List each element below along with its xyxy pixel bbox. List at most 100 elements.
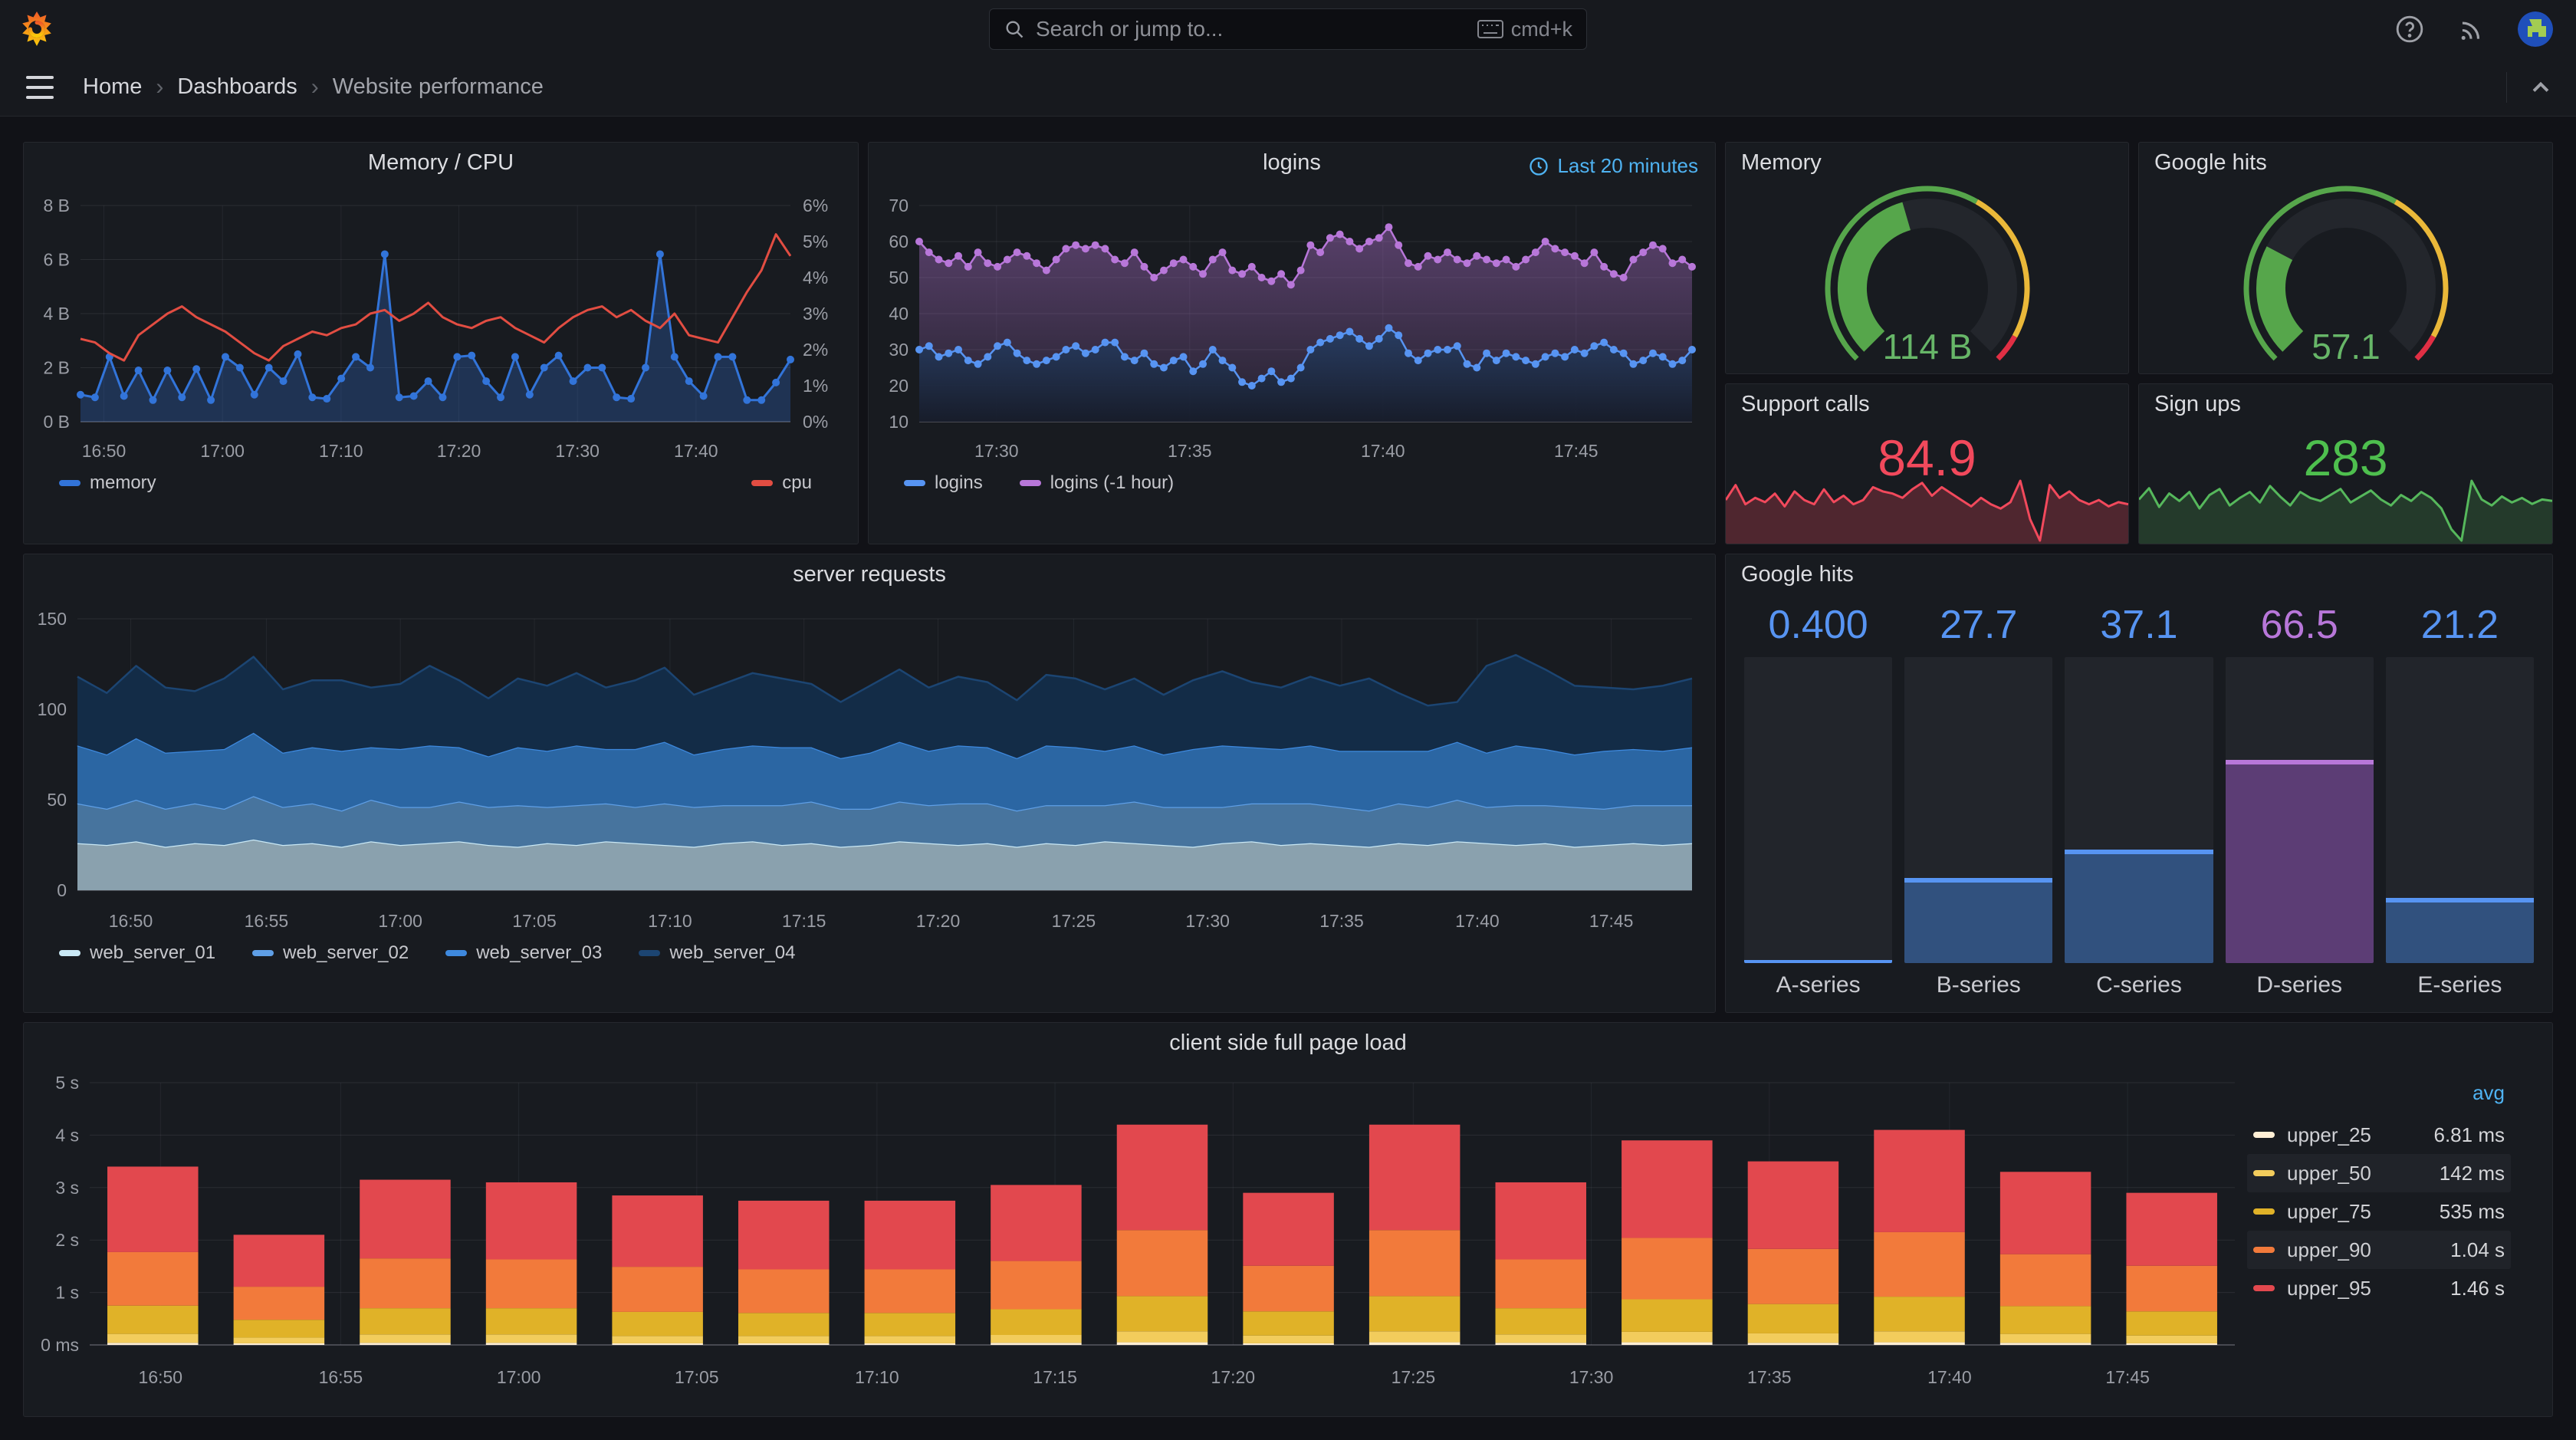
search-input[interactable] [1036, 17, 1467, 41]
bar-gauge-value: 27.7 [1940, 603, 2018, 647]
svg-text:114 B: 114 B [1882, 327, 1972, 365]
legend-swatch [2253, 1247, 2275, 1253]
legend-item-upper-95[interactable]: upper_95 1.46 s [2247, 1269, 2511, 1307]
svg-text:16:50: 16:50 [139, 1367, 183, 1387]
svg-text:17:40: 17:40 [674, 441, 718, 461]
legend-value: 535 ms [2439, 1199, 2505, 1223]
svg-text:4 s: 4 s [55, 1125, 79, 1145]
svg-text:17:00: 17:00 [497, 1367, 541, 1387]
legend-item-upper-75[interactable]: upper_75 535 ms [2247, 1192, 2511, 1231]
legend-swatch [252, 950, 274, 956]
legend-item-logins-prev[interactable]: logins (-1 hour) [1019, 472, 1174, 494]
breadcrumb-dashboards[interactable]: Dashboards [177, 74, 297, 100]
svg-text:17:35: 17:35 [1747, 1367, 1792, 1387]
time-range-chip[interactable]: Last 20 minutes [1528, 154, 1698, 178]
legend-swatch [904, 480, 925, 486]
svg-text:17:40: 17:40 [1927, 1367, 1972, 1387]
chevron-up-icon[interactable] [2527, 74, 2555, 101]
svg-text:3 s: 3 s [55, 1178, 79, 1198]
menu-toggle-icon[interactable] [26, 75, 54, 99]
grafana-logo-icon[interactable] [18, 11, 55, 48]
svg-text:17:30: 17:30 [1185, 911, 1230, 931]
legend-item-web-server-04[interactable]: web_server_04 [639, 942, 795, 964]
legend-swatch [2253, 1132, 2275, 1138]
svg-text:17:15: 17:15 [782, 911, 826, 931]
legend-item-web-server-01[interactable]: web_server_01 [59, 942, 215, 964]
panel-memory-cpu: Memory / CPU 8 B 6 B 4 B 2 B 0 B 6% 5% 4% 3% 2% 1%… [23, 142, 859, 544]
panel-title[interactable]: client side full page load [24, 1023, 2552, 1063]
bar-gauge-category-label: B-series [1936, 972, 2021, 998]
sign-ups-sparkline [2139, 479, 2552, 544]
bar-gauge-category-label: D-series [2256, 972, 2343, 998]
panel-google-hits-bars: Google hits 0.400 A-series 27.7 B-series 37.… [1725, 554, 2553, 1013]
panel-title[interactable]: server requests [24, 554, 1715, 594]
svg-text:150: 150 [38, 609, 67, 629]
svg-text:6%: 6% [803, 196, 828, 215]
panel-title[interactable]: Memory [1726, 143, 2128, 182]
news-rss-icon[interactable] [2456, 15, 2486, 44]
legend: web_server_01 web_server_02 web_server_0… [24, 938, 1715, 964]
svg-text:40: 40 [889, 304, 909, 324]
legend-label: upper_75 [2287, 1199, 2371, 1223]
svg-text:17:45: 17:45 [2105, 1367, 2150, 1387]
user-avatar[interactable] [2518, 12, 2553, 47]
svg-text:17:10: 17:10 [648, 911, 692, 931]
svg-text:0: 0 [57, 880, 67, 900]
svg-text:17:10: 17:10 [319, 441, 363, 461]
legend-column-header[interactable]: avg [2247, 1081, 2511, 1116]
legend-item-upper-90[interactable]: upper_90 1.04 s [2247, 1231, 2511, 1269]
search-bar[interactable]: cmd+k [989, 8, 1587, 50]
legend-label: upper_90 [2287, 1238, 2371, 1261]
legend-value: 142 ms [2439, 1161, 2505, 1185]
legend-label: upper_95 [2287, 1276, 2371, 1300]
legend-item-cpu[interactable]: cpu [751, 472, 812, 494]
bar-gauge-track [1744, 657, 1893, 963]
svg-text:17:35: 17:35 [1168, 441, 1212, 461]
divider [2506, 72, 2507, 103]
breadcrumb-bar: Home › Dashboards › Website performance [0, 58, 2576, 116]
legend-label: cpu [782, 472, 812, 493]
svg-text:8 B: 8 B [43, 196, 70, 215]
svg-text:20: 20 [889, 376, 909, 396]
panel-title[interactable]: Google hits [2139, 143, 2552, 182]
legend-item-memory[interactable]: memory [59, 472, 156, 494]
legend-label: memory [90, 472, 156, 493]
legend-item-upper-25[interactable]: upper_25 6.81 ms [2247, 1116, 2511, 1154]
legend-swatch [639, 950, 661, 956]
help-icon[interactable] [2395, 15, 2424, 44]
legend-swatch [445, 950, 468, 956]
legend-swatch [1019, 480, 1041, 486]
legend-swatch [751, 480, 774, 486]
search-icon [1006, 21, 1024, 38]
svg-text:0 ms: 0 ms [41, 1335, 79, 1355]
legend-item-logins[interactable]: logins [904, 472, 983, 494]
legend-item-web-server-02[interactable]: web_server_02 [252, 942, 409, 964]
svg-text:4%: 4% [803, 268, 828, 288]
panel-title[interactable]: Memory / CPU [24, 143, 858, 182]
support-calls-sparkline [1726, 479, 2128, 544]
legend-item-upper-50[interactable]: upper_50 142 ms [2247, 1154, 2511, 1192]
svg-text:1 s: 1 s [55, 1283, 79, 1303]
svg-text:3%: 3% [803, 304, 828, 324]
panel-title[interactable]: Google hits [1726, 554, 2552, 594]
svg-text:100: 100 [38, 699, 67, 719]
legend-label: logins [935, 472, 983, 493]
legend-value: 1.04 s [2450, 1238, 2505, 1261]
panel-memory-gauge: Memory 114 B [1725, 142, 2129, 374]
legend: memory cpu [24, 468, 858, 494]
panel-title[interactable]: Sign ups [2139, 384, 2552, 424]
breadcrumb-home[interactable]: Home [83, 74, 142, 100]
legend-label: web_server_02 [283, 942, 409, 963]
bar-gauge-category-label: E-series [2417, 972, 2502, 998]
panel-title[interactable]: Support calls [1726, 384, 2128, 424]
panel-support-calls: Support calls 84.9 [1725, 383, 2129, 544]
page-load-chart: 5 s 4 s 3 s 2 s 1 s 0 ms 16:50 16:55 17:00 17:05 1… [41, 1073, 2235, 1387]
panel-logins: logins Last 20 minutes 70 60 50 40 30 20 10 17:… [868, 142, 1716, 544]
breadcrumb-separator: › [156, 74, 164, 100]
google-hits-bar-gauge: 0.400 A-series 27.7 B-series 37.1 C-series 66.… [1726, 594, 2552, 1012]
svg-text:17:15: 17:15 [1033, 1367, 1077, 1387]
svg-text:70: 70 [889, 196, 909, 215]
legend-swatch [59, 950, 80, 956]
legend-item-web-server-03[interactable]: web_server_03 [445, 942, 602, 964]
bar-gauge-column: 27.7 B-series [1904, 602, 2053, 1003]
